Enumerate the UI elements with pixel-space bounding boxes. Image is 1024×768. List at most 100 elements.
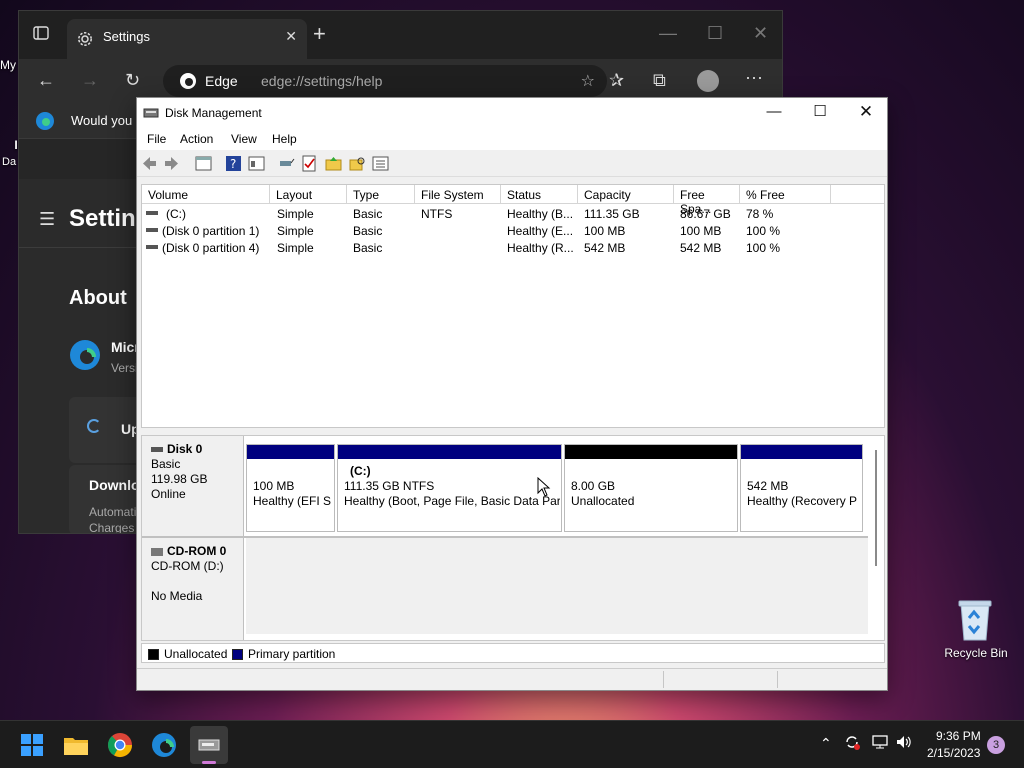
- edge-tab-bar: Settings ✕ + — ☐ ✕: [19, 11, 782, 59]
- add-favorite-icon[interactable]: ☆: [581, 71, 595, 91]
- list-icon[interactable]: [372, 155, 389, 172]
- tab-settings[interactable]: Settings ✕: [67, 19, 307, 59]
- tab-close-icon[interactable]: ✕: [285, 28, 297, 45]
- connect-icon[interactable]: [278, 155, 295, 172]
- minimize-button[interactable]: —: [751, 98, 797, 128]
- close-button[interactable]: ✕: [843, 98, 889, 128]
- volume-icon[interactable]: [895, 733, 913, 754]
- checklist-icon[interactable]: [301, 155, 318, 172]
- forward-arrow-icon[interactable]: [163, 155, 180, 172]
- column-type[interactable]: Type: [347, 185, 415, 204]
- notification-badge[interactable]: 3: [987, 736, 1005, 754]
- back-icon[interactable]: ←: [37, 70, 55, 90]
- column-capacity[interactable]: Capacity: [578, 185, 674, 204]
- edge-button[interactable]: [148, 729, 180, 761]
- start-button[interactable]: [16, 729, 48, 761]
- table-row[interactable]: (Disk 0 partition 4) Simple Basic Health…: [142, 239, 884, 256]
- legend-primary-swatch: [232, 649, 243, 660]
- spinner-icon: [87, 419, 101, 433]
- table-row[interactable]: (C:) Simple Basic NTFS Healthy (B... 111…: [142, 205, 884, 222]
- taskbar: ⌃ 9:36 PM 2/15/2023 3: [0, 720, 1024, 768]
- partition-size: 111.35 GB NTFS: [344, 479, 435, 493]
- profile-avatar[interactable]: [697, 70, 719, 92]
- maximize-button[interactable]: ☐: [797, 98, 843, 128]
- minimize-icon[interactable]: —: [659, 23, 677, 43]
- partition-status: Healthy (Boot, Page File, Basic Data Par…: [344, 494, 560, 508]
- cdrom-0-label[interactable]: CD-ROM 0 CD-ROM (D:) No Media: [142, 538, 244, 640]
- show-hidden-icons[interactable]: ⌃: [820, 735, 832, 752]
- menu-view[interactable]: View: [231, 132, 257, 146]
- partition-size: 100 MB: [253, 479, 295, 493]
- partition-status: Healthy (EFI Sy: [253, 494, 331, 508]
- search-folder-icon[interactable]: [349, 155, 366, 172]
- cell-percent-free: 100 %: [746, 241, 781, 255]
- favorites-icon[interactable]: ✰: [609, 70, 624, 90]
- table-row[interactable]: (Disk 0 partition 1) Simple Basic Health…: [142, 222, 884, 239]
- maximize-icon[interactable]: ☐: [707, 23, 723, 43]
- cell-type: Basic: [353, 207, 383, 221]
- column-volume[interactable]: Volume: [142, 185, 270, 204]
- disk-map[interactable]: Disk 0 Basic 119.98 GB Online 100 MB Hea…: [141, 435, 885, 641]
- edge-logo-icon: [180, 73, 196, 89]
- partition-color-bar: [565, 445, 737, 459]
- menu-bar: File Action View Help: [137, 128, 887, 150]
- disk-management-taskbar-button[interactable]: [190, 726, 228, 764]
- network-icon[interactable]: [871, 733, 889, 754]
- menu-action[interactable]: Action: [180, 132, 213, 146]
- windows-logo-icon: [21, 734, 43, 756]
- cdrom-0-media: No Media: [151, 589, 203, 603]
- new-tab-icon[interactable]: +: [313, 23, 326, 45]
- tab-actions-icon[interactable]: [33, 25, 49, 45]
- chrome-icon: [107, 733, 132, 758]
- disk-0-name: Disk 0: [151, 442, 243, 457]
- collections-icon[interactable]: ⧉: [653, 70, 666, 90]
- properties-icon[interactable]: [195, 155, 212, 172]
- desktop-label-partial[interactable]: Da: [2, 156, 18, 168]
- partition-status: Unallocated: [571, 494, 635, 508]
- title-bar[interactable]: Disk Management — ☐ ✕: [137, 98, 887, 128]
- chrome-button[interactable]: [104, 729, 136, 761]
- forward-icon[interactable]: →: [81, 70, 99, 90]
- folder-up-icon[interactable]: [325, 155, 342, 172]
- address-bar[interactable]: Edge edge://settings/help ☆: [163, 65, 607, 97]
- disk-management-window[interactable]: Disk Management — ☐ ✕ File Action View H…: [136, 97, 888, 691]
- menu-file[interactable]: File: [147, 132, 166, 146]
- site-label: Edge: [205, 73, 238, 89]
- back-arrow-icon[interactable]: [141, 155, 158, 172]
- file-explorer-button[interactable]: [60, 729, 92, 761]
- hamburger-icon[interactable]: ☰: [39, 209, 55, 230]
- svg-text:?: ?: [230, 157, 236, 171]
- column-free-space[interactable]: Free Spa...: [674, 185, 740, 216]
- disk-0-label[interactable]: Disk 0 Basic 119.98 GB Online: [142, 436, 244, 536]
- column-status[interactable]: Status: [501, 185, 578, 204]
- volume-list[interactable]: Volume Layout Type File System Status Ca…: [141, 184, 885, 428]
- recycle-bin[interactable]: Recycle Bin: [940, 596, 1012, 666]
- partition-recovery[interactable]: 542 MB Healthy (Recovery Pa: [740, 444, 863, 532]
- refresh-icon[interactable]: ↻: [125, 70, 140, 90]
- partition-unallocated[interactable]: 8.00 GB Unallocated: [564, 444, 738, 532]
- menu-help[interactable]: Help: [272, 132, 297, 146]
- cell-status: Healthy (E...: [507, 224, 574, 238]
- column-layout[interactable]: Layout: [270, 185, 347, 204]
- cell-percent-free: 78 %: [746, 207, 774, 221]
- legend-unallocated-label: Unallocated: [164, 647, 228, 661]
- partition-c-drive[interactable]: (C:) 111.35 GB NTFS Healthy (Boot, Page …: [337, 444, 562, 532]
- close-window-icon[interactable]: ✕: [753, 23, 768, 43]
- disk-management-icon: [198, 739, 220, 751]
- edge-icon: [152, 733, 176, 757]
- more-menu-icon[interactable]: ···: [745, 67, 763, 87]
- column-percent-free[interactable]: % Free: [740, 185, 831, 204]
- update-icon[interactable]: [843, 733, 861, 754]
- status-divider: [663, 671, 664, 688]
- column-file-system[interactable]: File System: [415, 185, 501, 204]
- vertical-scrollbar[interactable]: [870, 450, 882, 570]
- view-icon[interactable]: [248, 155, 265, 172]
- help-icon[interactable]: ?: [225, 155, 242, 172]
- scrollbar-track: [875, 450, 877, 566]
- desktop-label-partial[interactable]: My: [0, 58, 18, 72]
- clock-time[interactable]: 9:36 PM: [936, 729, 981, 743]
- partition-efi[interactable]: 100 MB Healthy (EFI Sy: [246, 444, 335, 532]
- clock-date[interactable]: 2/15/2023: [927, 746, 980, 760]
- disk-0-state: Online: [151, 487, 186, 501]
- cell-type: Basic: [353, 224, 383, 238]
